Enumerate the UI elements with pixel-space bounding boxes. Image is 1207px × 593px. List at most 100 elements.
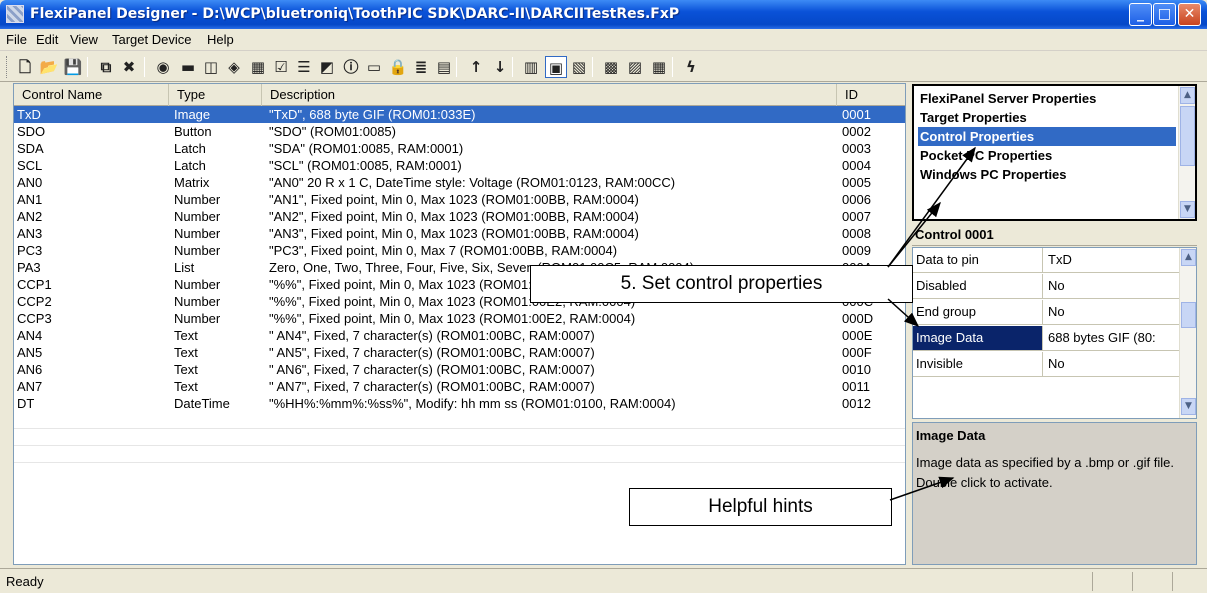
image-control-icon[interactable]: ◈ xyxy=(223,56,245,78)
properties-list-scrollbar[interactable]: ▲ ▼ xyxy=(1178,86,1195,219)
table-row[interactable]: PC3 Number "PC3", Fixed point, Min 0, Max … xyxy=(14,242,905,259)
minimize-button[interactable]: _ xyxy=(1129,3,1152,26)
maximize-button[interactable]: □ xyxy=(1153,3,1176,26)
field-control-icon[interactable]: ▭ xyxy=(363,56,385,78)
property-row[interactable]: End group No xyxy=(913,300,1181,325)
layout-3-icon[interactable]: ▧ xyxy=(568,56,590,78)
cell-name: CCP2 xyxy=(17,294,52,309)
table-row[interactable]: AN0 Matrix "AN0" 20 R x 1 C, DateTime styl… xyxy=(14,174,905,191)
table-row[interactable]: AN1 Number "AN1", Fixed point, Min 0, Max … xyxy=(14,191,905,208)
table-row[interactable]: SDO Button "SDO" (ROM01:0085) 0002 xyxy=(14,123,905,140)
checkbox-control-icon[interactable]: ☑ xyxy=(270,56,292,78)
table-row[interactable]: AN3 Number "AN3", Fixed point, Min 0, Max … xyxy=(14,225,905,242)
column-header-id[interactable]: ID xyxy=(837,84,905,106)
cell-type: Latch xyxy=(174,158,206,173)
build-1-icon[interactable]: ▩ xyxy=(600,56,622,78)
menu-bar: File Edit View Target Device Help xyxy=(0,29,1207,51)
close-button[interactable]: ✕ xyxy=(1178,3,1201,26)
scroll-thumb[interactable] xyxy=(1181,302,1196,328)
scroll-down-icon[interactable]: ▼ xyxy=(1181,398,1196,415)
list-item-pocket-pc-properties[interactable]: Pocket PC Properties xyxy=(918,146,1176,165)
menu-file[interactable]: File xyxy=(6,32,27,47)
cell-id: 0005 xyxy=(842,175,871,190)
build-2-icon[interactable]: ▨ xyxy=(624,56,646,78)
property-row[interactable]: Data to pin TxD xyxy=(913,248,1181,273)
cell-desc: "%HH%:%mm%:%ss%", Modify: hh mm ss (ROM0… xyxy=(269,396,676,411)
open-folder-icon[interactable]: 📂 xyxy=(38,56,60,78)
hint-text: Image data as specified by a .bmp or .gi… xyxy=(916,455,1174,490)
property-row[interactable]: Image Data 688 bytes GIF (80: xyxy=(913,326,1181,351)
resize-grip-icon[interactable] xyxy=(1172,572,1207,591)
build-3-icon[interactable]: ▦ xyxy=(648,56,670,78)
new-document-icon[interactable]: 🗋 xyxy=(14,56,36,78)
cell-id: 000E xyxy=(842,328,873,343)
scroll-up-icon[interactable]: ▲ xyxy=(1180,87,1195,104)
column-header-type[interactable]: Type xyxy=(169,84,262,106)
cell-name: SCL xyxy=(17,158,43,173)
scroll-up-icon[interactable]: ▲ xyxy=(1181,249,1196,266)
property-value[interactable]: 688 bytes GIF (80: xyxy=(1048,326,1181,350)
table-row[interactable]: AN6 Text " AN6", Fixed, 7 character(s) (RO… xyxy=(14,361,905,378)
cell-id: 0010 xyxy=(842,362,871,377)
table-row[interactable]: AN2 Number "AN2", Fixed point, Min 0, Max … xyxy=(14,208,905,225)
cell-desc: " AN7", Fixed, 7 character(s) (ROM01:00B… xyxy=(269,379,595,394)
table-row[interactable]: AN5 Text " AN5", Fixed, 7 character(s) (RO… xyxy=(14,344,905,361)
list-item-control-properties[interactable]: Control Properties xyxy=(918,127,1176,146)
cell-name: DT xyxy=(17,396,35,411)
layout-2-icon[interactable]: ▣ xyxy=(545,56,567,78)
property-value[interactable]: No xyxy=(1048,300,1181,324)
cell-desc: " AN5", Fixed, 7 character(s) (ROM01:00B… xyxy=(269,345,595,360)
property-value[interactable]: No xyxy=(1048,352,1181,376)
scroll-thumb[interactable] xyxy=(1180,106,1195,166)
column-header-description[interactable]: Description xyxy=(262,84,837,106)
property-value[interactable]: TxD xyxy=(1048,248,1181,272)
text-control-icon[interactable]: ≣ xyxy=(410,56,432,78)
table-row[interactable]: SDA Latch "SDA" (ROM01:0085, RAM:0001) 0003 xyxy=(14,140,905,157)
label-control-icon[interactable]: ▤ xyxy=(433,56,455,78)
move-up-arrow-icon[interactable]: ↑ xyxy=(465,56,487,78)
latch-control-icon[interactable]: ◫ xyxy=(200,56,222,78)
cell-name: AN3 xyxy=(17,226,43,241)
property-row[interactable]: Disabled No xyxy=(913,274,1181,299)
chart-control-icon[interactable]: ◩ xyxy=(316,56,338,78)
cell-id: 0009 xyxy=(842,243,871,258)
cell-name: PA3 xyxy=(17,260,41,275)
property-row[interactable]: Invisible No xyxy=(913,352,1181,377)
browser-icon[interactable]: ◉ xyxy=(152,56,174,78)
table-row[interactable]: TxD Image "TxD", 688 byte GIF (ROM01:033E)… xyxy=(14,106,905,123)
copy-icon[interactable]: ⧉ xyxy=(95,56,117,78)
lightning-icon[interactable]: ϟ xyxy=(680,56,702,78)
table-row[interactable]: SCL Latch "SCL" (ROM01:0085, RAM:0001) 0004 xyxy=(14,157,905,174)
column-header-control-name[interactable]: Control Name xyxy=(14,84,169,106)
table-row[interactable]: AN7 Text " AN7", Fixed, 7 character(s) (RO… xyxy=(14,378,905,395)
cell-id: 0011 xyxy=(842,379,870,394)
scroll-down-icon[interactable]: ▼ xyxy=(1180,201,1195,218)
menu-edit[interactable]: Edit xyxy=(36,32,58,47)
cell-type: Number xyxy=(174,311,221,326)
table-row[interactable]: AN4 Text " AN4", Fixed, 7 character(s) (RO… xyxy=(14,327,905,344)
menu-target-device[interactable]: Target Device xyxy=(112,32,191,47)
password-control-icon[interactable]: 🔒 xyxy=(387,56,409,78)
property-grid-scrollbar[interactable]: ▲ ▼ xyxy=(1179,248,1196,418)
move-down-arrow-icon[interactable]: ↓ xyxy=(489,56,511,78)
button-control-icon[interactable]: ▬ xyxy=(177,56,199,78)
property-value[interactable]: No xyxy=(1048,274,1181,298)
cell-name: PC3 xyxy=(17,243,43,258)
delete-x-icon[interactable]: ✖ xyxy=(118,56,140,78)
list-control-icon[interactable]: ☰ xyxy=(293,56,315,78)
title-bar[interactable]: FlexiPanel Designer - D:\WCP\bluetroniq\… xyxy=(0,0,1207,29)
matrix-control-icon[interactable]: ▦ xyxy=(247,56,269,78)
layout-1-icon[interactable]: ▥ xyxy=(520,56,542,78)
list-item-flexipanel-server-properties[interactable]: FlexiPanel Server Properties xyxy=(918,89,1176,108)
menu-help[interactable]: Help xyxy=(207,32,234,47)
list-item-target-properties[interactable]: Target Properties xyxy=(918,108,1176,127)
menu-view[interactable]: View xyxy=(70,32,98,47)
alert-control-icon[interactable]: ⓘ xyxy=(340,56,362,78)
cell-name: SDA xyxy=(17,141,44,156)
property-key: End group xyxy=(913,300,1043,324)
table-row[interactable]: CCP3 Number "%%", Fixed point, Min 0, Max … xyxy=(14,310,905,327)
toolbar-grip[interactable] xyxy=(6,56,9,78)
list-item-windows-pc-properties[interactable]: Windows PC Properties xyxy=(918,165,1176,184)
save-disk-icon[interactable]: 💾 xyxy=(62,56,84,78)
table-row[interactable]: DT DateTime "%HH%:%mm%:%ss%", Modify: hh m… xyxy=(14,395,905,412)
